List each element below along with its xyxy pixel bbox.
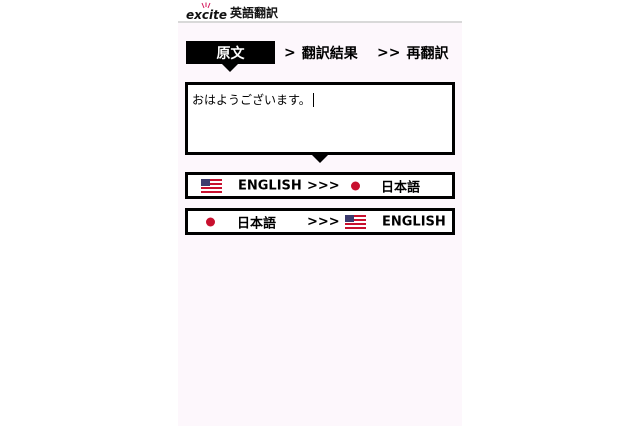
- source-language-label: 日本語: [237, 216, 277, 231]
- text-cursor: [312, 93, 314, 107]
- mode-tabs: 原文 > 翻訳結果 >> 再翻訳: [186, 41, 456, 73]
- us-flag-icon: [345, 214, 366, 229]
- tab-result[interactable]: > 翻訳結果: [284, 41, 358, 64]
- source-text-value: おはようございます。: [192, 93, 311, 107]
- svg-text:excite: excite: [186, 8, 227, 21]
- app-header: excite 英語翻訳: [178, 0, 462, 23]
- excite-logo: excite: [186, 2, 227, 21]
- tab-retranslate-label: 再翻訳: [406, 45, 449, 62]
- text-area-pointer: [312, 155, 328, 163]
- japan-flag-icon: [351, 181, 360, 190]
- chevron-right-icon: >: [284, 44, 296, 61]
- tab-original[interactable]: 原文: [186, 41, 275, 64]
- translate-en-to-ja-button[interactable]: ENGLISH >>> 日本語: [185, 172, 455, 199]
- app-screen: excite 英語翻訳 原文 > 翻訳結果 >> 再翻訳 おはようございます。: [178, 0, 462, 426]
- translate-ja-to-en-button[interactable]: 日本語 >>> ENGLISH: [185, 208, 455, 235]
- source-language-label: ENGLISH: [238, 178, 302, 193]
- tab-result-label: 翻訳結果: [301, 45, 358, 62]
- app-title: 英語翻訳: [230, 6, 279, 20]
- direction-arrows: >>>: [307, 214, 340, 229]
- target-language-label: 日本語: [381, 180, 421, 195]
- japan-flag-icon: [206, 217, 215, 226]
- us-flag-icon: [201, 178, 222, 193]
- direction-arrows: >>>: [307, 178, 340, 193]
- source-text-input[interactable]: おはようございます。: [185, 82, 455, 155]
- tab-retranslate[interactable]: >> 再翻訳: [377, 41, 448, 64]
- double-chevron-right-icon: >>: [377, 44, 401, 61]
- tab-pointer-arrow: [222, 64, 238, 72]
- tab-original-label: 原文: [216, 45, 245, 62]
- target-language-label: ENGLISH: [382, 214, 446, 229]
